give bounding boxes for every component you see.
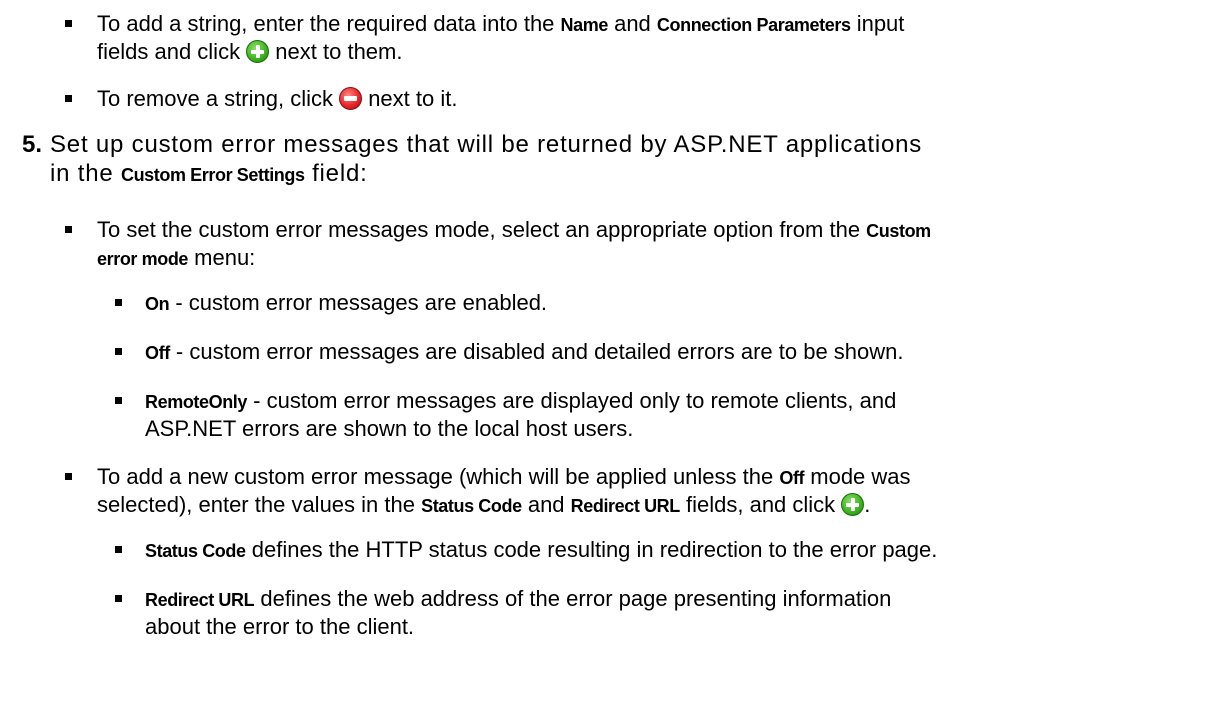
redirect-url-label: Redirect URL: [570, 496, 681, 516]
mode-item-remoteonly-1: RemoteOnly - custom error messages are d…: [145, 388, 897, 413]
field-item-redirect-url-1: Redirect URL defines the web address of …: [145, 586, 892, 611]
mode-bullet-line-1: To set the custom error messages mode, s…: [97, 217, 931, 242]
custom-error-settings-label: Custom Error Settings: [120, 165, 305, 185]
add-message-line-2: selected), enter the values in the Statu…: [97, 492, 871, 517]
field-item-status-code: Status Code defines the HTTP status code…: [145, 537, 938, 562]
bullet-marker: [115, 397, 122, 404]
add-circle-icon: [841, 493, 865, 516]
add-circle-icon: [246, 40, 270, 63]
remove-circle-icon: [339, 87, 363, 110]
mode-item-remoteonly-2: ASP.NET errors are shown to the local ho…: [145, 416, 634, 441]
bullet-marker: [115, 348, 122, 355]
add-message-line-1: To add a new custom error message (which…: [97, 464, 911, 489]
mode-item-off: Off - custom error messages are disabled…: [145, 339, 904, 364]
mode-item-on: On - custom error messages are enabled.: [145, 290, 548, 315]
remove-string-line: To remove a string, click next to it.: [97, 86, 458, 111]
off-mode-label: Off: [779, 468, 805, 488]
bullet-marker: [115, 546, 122, 553]
connection-parameters-label: Connection Parameters: [656, 15, 851, 35]
add-string-line-1: To add a string, enter the required data…: [97, 11, 905, 36]
status-code-label: Status Code: [421, 496, 522, 516]
field-item-redirect-url-2: about the error to the client.: [145, 614, 415, 639]
mode-bullet-line-2: error mode menu:: [97, 245, 256, 270]
step5-line-1: Set up custom error messages that will b…: [50, 131, 923, 158]
custom-error-mode-label: Custom: [866, 221, 931, 241]
bullet-marker: [65, 95, 72, 102]
name-field-label: Name: [560, 15, 609, 35]
bullet-marker: [115, 299, 122, 306]
bullet-marker: [115, 595, 122, 602]
bullet-marker: [65, 473, 72, 480]
step-number: 5.: [22, 131, 43, 158]
bullet-marker: [65, 20, 72, 27]
bullet-marker: [65, 226, 72, 233]
add-string-line-2: fields and click next to them.: [97, 39, 403, 64]
custom-error-mode-label-cont: error mode: [97, 249, 189, 269]
step5-line-2: in the Custom Error Settings field:: [50, 160, 368, 187]
